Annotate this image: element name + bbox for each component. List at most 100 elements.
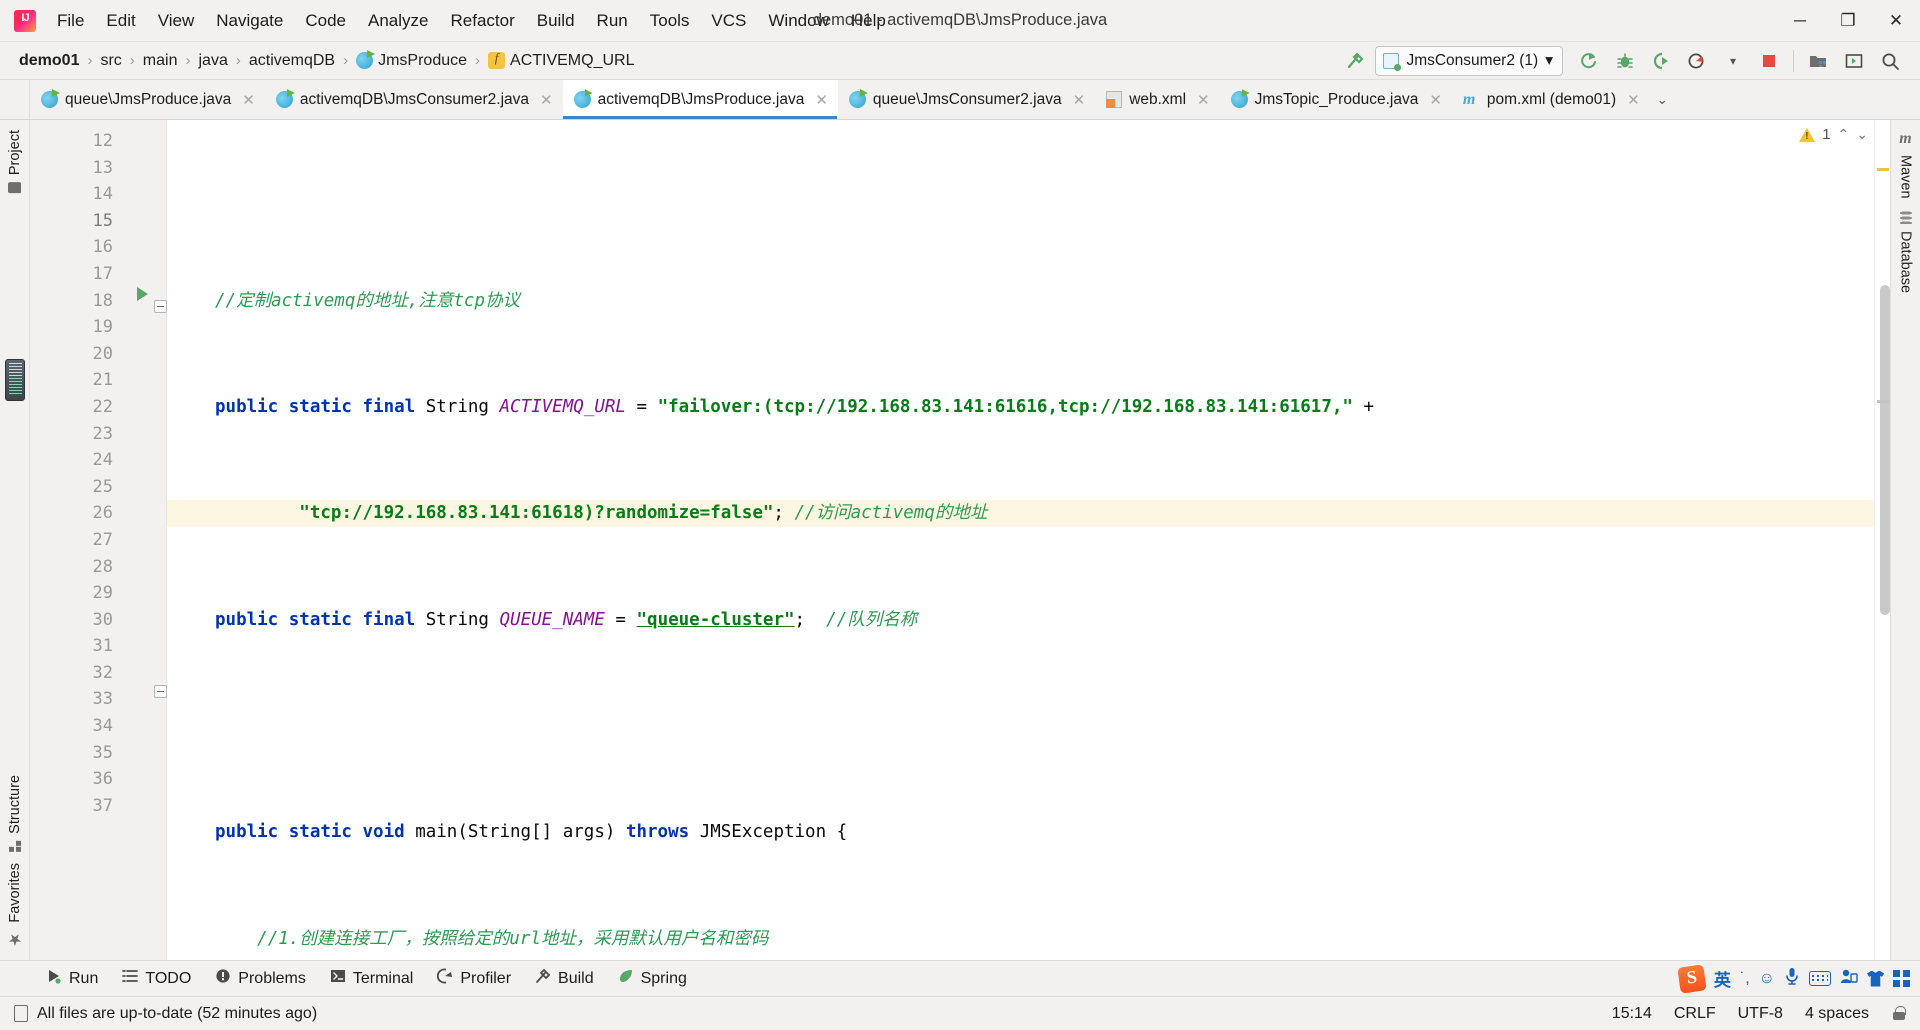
menu-item-vcs[interactable]: VCS (700, 7, 757, 35)
editor-tab-queue-jmsproduce[interactable]: queue\JmsProduce.java ✕ (30, 80, 265, 119)
code-fold-icon[interactable] (154, 300, 167, 313)
menu-item-edit[interactable]: Edit (95, 7, 146, 35)
warning-stripe-marker[interactable] (1877, 168, 1889, 171)
tool-window-run[interactable]: Run (36, 965, 108, 992)
application-servers-icon[interactable] (4, 359, 25, 402)
indent-indicator[interactable]: 4 spaces (1805, 1005, 1869, 1023)
tool-window-problems[interactable]: Problems (205, 965, 316, 992)
menu-item-file[interactable]: File (46, 7, 95, 35)
chevron-down-icon[interactable]: ▾ (1717, 46, 1749, 76)
sidebar-item-project[interactable]: Project (7, 124, 23, 199)
inspection-widget[interactable]: 1 ⌃ ⌄ (1799, 126, 1868, 143)
editor-scrollbar-thumb[interactable] (1880, 285, 1890, 615)
editor-tab-queue-jmsconsumer2[interactable]: queue\JmsConsumer2.java ✕ (838, 80, 1095, 119)
menu-bar[interactable]: File Edit View Navigate Code Analyze Ref… (46, 7, 897, 35)
line-number: 22 (92, 396, 113, 417)
line-number: 31 (92, 636, 113, 657)
tool-window-build[interactable]: Build (525, 965, 604, 992)
run-configuration-selector[interactable]: JmsConsumer2 (1) ▾ (1375, 45, 1563, 76)
menu-item-refactor[interactable]: Refactor (439, 7, 525, 35)
run-with-coverage-icon[interactable] (1645, 46, 1677, 76)
tab-overflow-button[interactable]: ⌄ (1650, 80, 1675, 119)
user-icon[interactable] (1840, 968, 1858, 989)
breadcrumb-item-demo01[interactable]: demo01 (14, 50, 84, 72)
close-icon[interactable]: ✕ (1073, 91, 1086, 109)
chevron-down-icon[interactable]: ⌄ (1657, 92, 1668, 108)
build-hammer-icon[interactable] (1339, 46, 1371, 76)
code-editor[interactable]: 12 13 14 15 16 17 18 19 20 21 22 23 24 2… (30, 120, 1890, 960)
sogou-logo-icon[interactable] (1677, 963, 1707, 994)
rerun-icon[interactable] (1573, 46, 1605, 76)
breadcrumb-item-activemq-url[interactable]: ACTIVEMQ_URL (483, 50, 639, 72)
stop-icon[interactable] (1753, 46, 1785, 76)
tool-window-terminal[interactable]: Terminal (320, 965, 423, 992)
editor-tab-activemqdb-jmsproduce[interactable]: activemqDB\JmsProduce.java ✕ (562, 80, 838, 119)
emoji-icon[interactable]: ☺ (1759, 970, 1775, 988)
error-stripe-scrollbar[interactable] (1874, 120, 1890, 960)
punctuation-toggle-icon[interactable]: ˙, (1740, 970, 1750, 988)
unlocked-icon[interactable] (1891, 1006, 1906, 1021)
mic-icon[interactable] (1784, 967, 1800, 990)
sidebar-item-database[interactable]: Database (1898, 205, 1914, 299)
close-icon[interactable]: ✕ (815, 91, 828, 109)
tool-window-todo[interactable]: TODO (112, 965, 201, 992)
debug-icon[interactable] (1609, 46, 1641, 76)
editor-tab-activemqdb-jmsconsumer2[interactable]: activemqDB\JmsConsumer2.java ✕ (265, 80, 563, 119)
code-line-13: //定制activemq的地址,注意tcp协议 (215, 290, 521, 311)
minimize-icon[interactable]: ─ (1776, 0, 1824, 42)
menu-item-help[interactable]: Help (840, 7, 897, 35)
tool-window-spring[interactable]: Spring (608, 965, 697, 992)
editor-tab-web-xml[interactable]: web.xml ✕ (1095, 80, 1219, 119)
profile-icon[interactable] (1681, 46, 1713, 76)
maximize-icon[interactable]: ❐ (1824, 0, 1872, 42)
line-separator-indicator[interactable]: CRLF (1674, 1005, 1716, 1023)
breadcrumb-item-main[interactable]: main (138, 50, 183, 72)
skin-icon[interactable] (1867, 970, 1884, 987)
close-icon[interactable]: ✕ (1627, 91, 1640, 109)
menu-item-analyze[interactable]: Analyze (357, 7, 439, 35)
run-method-icon[interactable] (137, 287, 148, 301)
close-icon[interactable]: ✕ (242, 91, 255, 109)
close-icon[interactable]: ✕ (1872, 0, 1920, 42)
breadcrumb-item-activemqdb[interactable]: activemqDB (244, 50, 340, 72)
close-icon[interactable]: ✕ (1429, 91, 1442, 109)
menu-item-view[interactable]: View (147, 7, 206, 35)
search-everywhere-icon[interactable] (1874, 46, 1906, 76)
tool-window-profiler[interactable]: Profiler (427, 965, 521, 992)
sidebar-item-maven[interactable]: m Maven (1898, 124, 1914, 205)
breadcrumb-item-java[interactable]: java (193, 50, 232, 72)
menu-item-build[interactable]: Build (526, 7, 586, 35)
chevron-down-icon[interactable]: ▾ (1545, 51, 1553, 70)
code-text-area[interactable]: //定制activemq的地址,注意tcp协议 public static fi… (167, 120, 1874, 960)
toolbox-icon[interactable] (1893, 970, 1910, 987)
close-icon[interactable]: ✕ (1197, 91, 1210, 109)
previous-problem-icon[interactable]: ⌃ (1838, 126, 1850, 143)
breadcrumb-item-jmsproduce[interactable]: JmsProduce (351, 50, 472, 72)
project-structure-icon[interactable] (1802, 46, 1834, 76)
profiler-icon (437, 968, 453, 989)
keyboard-icon[interactable] (1809, 971, 1831, 986)
code-fold-icon[interactable] (154, 685, 167, 698)
menu-item-tools[interactable]: Tools (639, 7, 701, 35)
next-problem-icon[interactable]: ⌄ (1856, 126, 1868, 143)
menu-item-run[interactable]: Run (586, 7, 639, 35)
intellij-idea-window: File Edit View Navigate Code Analyze Ref… (0, 0, 1920, 1030)
menu-item-window[interactable]: Window (757, 7, 839, 35)
breadcrumb-separator: › (129, 52, 135, 69)
breadcrumb-item-src[interactable]: src (95, 50, 126, 72)
sidebar-item-structure[interactable]: Structure (7, 769, 23, 858)
gutter-markers[interactable] (125, 120, 167, 960)
sidebar-item-favorites[interactable]: ★ Favorites (7, 857, 23, 956)
open-terminal-icon[interactable] (1838, 46, 1870, 76)
close-icon[interactable]: ✕ (540, 91, 553, 109)
ime-mode-indicator[interactable]: 英 (1714, 966, 1731, 991)
main-toolbar: JmsConsumer2 (1) ▾ ▾ (1339, 45, 1920, 76)
tool-window-bar: Run TODO Problems Terminal Profiler Buil… (0, 960, 1920, 996)
editor-tab-pom-xml[interactable]: m pom.xml (demo01) ✕ (1452, 80, 1650, 119)
editor-tab-jmstopic-produce[interactable]: JmsTopic_Produce.java ✕ (1220, 80, 1452, 119)
menu-item-code[interactable]: Code (294, 7, 357, 35)
intellij-logo-icon (14, 9, 36, 32)
menu-item-navigate[interactable]: Navigate (205, 7, 294, 35)
encoding-indicator[interactable]: UTF-8 (1738, 1005, 1783, 1023)
editor-tab-label: queue\JmsProduce.java (65, 90, 232, 108)
